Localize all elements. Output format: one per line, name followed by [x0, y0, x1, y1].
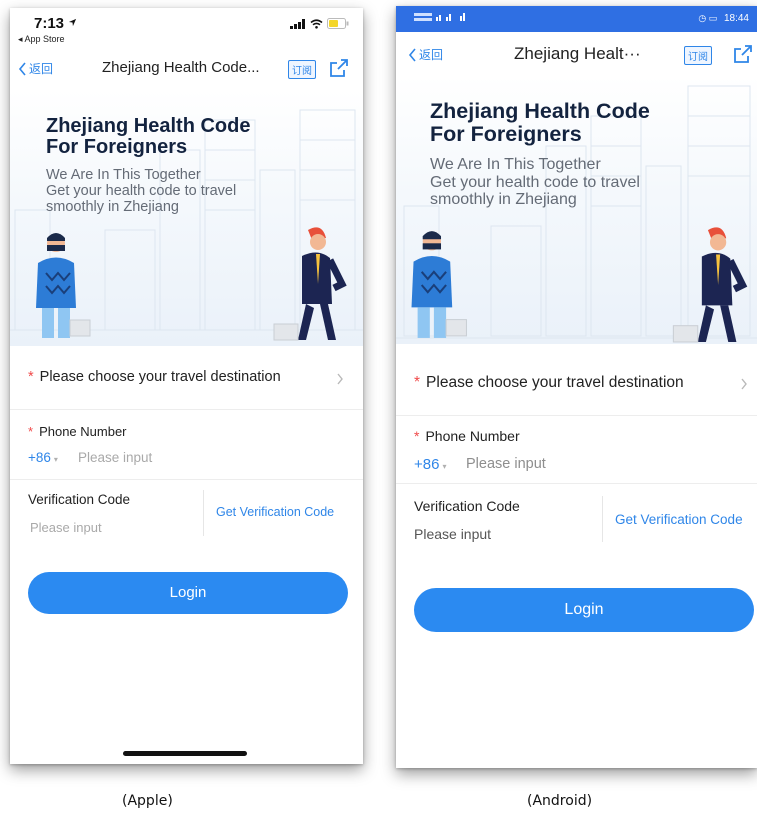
hero-subtitle: We Are In This Together Get your health … — [46, 167, 237, 216]
chevron-left-icon — [18, 61, 26, 76]
hero-title-line-2: For Foreigners — [430, 121, 582, 146]
phone-label: * Phone Number — [28, 424, 127, 439]
location-arrow-icon — [68, 18, 77, 27]
login-button[interactable]: Login — [28, 572, 348, 614]
alarm-battery-icon: ◷ ▭ — [698, 13, 718, 23]
hero-subtitle-line-3: smoothly in Zhejiang — [430, 191, 577, 209]
signal-icon — [414, 13, 465, 21]
status-bar: ◷ ▭ 18:44 — [396, 6, 757, 32]
hero-subtitle-line-1: We Are In This Together — [46, 167, 201, 183]
hero-subtitle-line-1: We Are In This Together — [430, 156, 601, 173]
destination-label: * Please choose your travel destination — [28, 369, 281, 385]
nav-bar: 返回 Zhejiang Healt··· 订阅 — [396, 36, 757, 74]
status-back-app-store[interactable]: ◂ App Store — [18, 34, 65, 45]
get-verification-code-button[interactable]: Get Verification Code — [216, 505, 334, 519]
battery-icon — [327, 18, 349, 29]
chevron-left-icon — [408, 47, 416, 62]
country-code-value: +86 — [414, 456, 440, 473]
phone-row: * Phone Number +86 ▾ Please input — [396, 416, 757, 484]
verification-label: Verification Code — [28, 492, 131, 507]
status-time: 7:13 — [34, 15, 65, 32]
required-asterisk: * — [28, 369, 34, 385]
man-in-blue-illustration — [36, 233, 91, 338]
back-button[interactable]: 返回 — [18, 60, 53, 77]
hero-subtitle-line-2: Get your health code to travel — [46, 182, 237, 199]
android-phone-screen: ◷ ▭ 18:44 返回 Zhejiang Healt··· 订阅 Zhejia… — [396, 6, 757, 768]
phone-input[interactable]: Please input — [78, 450, 152, 465]
hero-title-line-1: Zhejiang Health Code — [46, 115, 251, 137]
verification-row: Verification Code Please input Get Verif… — [396, 484, 757, 552]
android-caption: (Android) — [527, 793, 593, 809]
destination-text: Please choose your travel destination — [426, 374, 684, 391]
man-in-suit-illustration — [273, 227, 347, 341]
page-title: Zhejiang Health Code... — [102, 59, 260, 76]
back-button[interactable]: 返回 — [408, 46, 443, 63]
verification-label: Verification Code — [414, 498, 520, 514]
destination-row[interactable]: * Please choose your travel destination — [396, 356, 757, 416]
home-indicator — [123, 751, 247, 756]
apple-phone-screen: 7:13 ◂ App Store 返回 Zhejiang Health Code… — [10, 8, 363, 764]
verification-input[interactable]: Please input — [30, 520, 102, 535]
divider — [602, 496, 603, 542]
login-button[interactable]: Login — [414, 588, 754, 632]
man-in-suit-illustration — [672, 227, 748, 343]
status-right: ◷ ▭ 18:44 — [698, 13, 749, 24]
subscribe-button[interactable]: 订阅 — [684, 46, 712, 65]
caret-down-icon: ▾ — [53, 455, 58, 464]
phone-row: * Phone Number +86 ▾ Please input — [10, 410, 363, 480]
chevron-right-icon — [337, 373, 343, 385]
nav-bar: 返回 Zhejiang Health Code... 订阅 — [10, 50, 363, 88]
verification-input[interactable]: Please input — [414, 526, 491, 542]
divider — [203, 490, 204, 536]
subscribe-button[interactable]: 订阅 — [288, 60, 316, 79]
phone-label-text: Phone Number — [39, 424, 127, 439]
hero-title-line-2: For Foreigners — [46, 136, 188, 158]
caret-down-icon: ▾ — [442, 462, 447, 471]
hero-banner: Zhejiang Health Code For Foreigners We A… — [396, 76, 757, 344]
country-code-select[interactable]: +86 ▾ — [414, 456, 446, 473]
hero-subtitle: We Are In This Together Get your health … — [430, 156, 640, 209]
share-icon[interactable] — [328, 58, 350, 78]
page-title: Zhejiang Healt··· — [514, 44, 641, 63]
status-time: 18:44 — [723, 13, 749, 24]
man-in-blue-illustration — [411, 231, 467, 338]
status-bar: 7:13 ◂ App Store — [10, 8, 363, 48]
hero-subtitle-line-3: smoothly in Zhejiang — [46, 198, 179, 215]
apple-caption: (Apple) — [122, 793, 173, 809]
country-code-value: +86 — [28, 450, 51, 465]
hero-banner: Zhejiang Health Code For Foreigners We A… — [10, 90, 363, 346]
destination-text: Please choose your travel destination — [39, 369, 281, 385]
required-asterisk: * — [414, 428, 420, 444]
status-indicators — [290, 18, 349, 29]
hero-subtitle-line-2: Get your health code to travel — [430, 173, 640, 191]
hero-title: Zhejiang Health Code For Foreigners — [430, 100, 650, 145]
required-asterisk: * — [28, 424, 34, 439]
signal-icon — [290, 18, 305, 29]
required-asterisk: * — [414, 374, 421, 391]
phone-input[interactable]: Please input — [466, 456, 546, 472]
destination-label: * Please choose your travel destination — [414, 374, 684, 392]
chevron-right-icon — [741, 378, 747, 390]
destination-row[interactable]: * Please choose your travel destination — [10, 346, 363, 410]
wifi-icon — [310, 18, 323, 29]
back-label: 返回 — [419, 48, 444, 62]
get-verification-code-button[interactable]: Get Verification Code — [615, 512, 743, 527]
phone-label-text: Phone Number — [425, 428, 520, 444]
share-icon[interactable] — [732, 44, 754, 64]
phone-label: * Phone Number — [414, 428, 520, 444]
carrier-indicators — [414, 12, 474, 24]
hero-title-line-1: Zhejiang Health Code — [430, 99, 650, 123]
comparison-page: 7:13 ◂ App Store 返回 Zhejiang Health Code… — [0, 0, 757, 816]
verification-row: Verification Code Please input Get Verif… — [10, 480, 363, 546]
hero-title: Zhejiang Health Code For Foreigners — [46, 116, 250, 158]
back-label: 返回 — [29, 62, 54, 76]
country-code-select[interactable]: +86 ▾ — [28, 450, 58, 465]
